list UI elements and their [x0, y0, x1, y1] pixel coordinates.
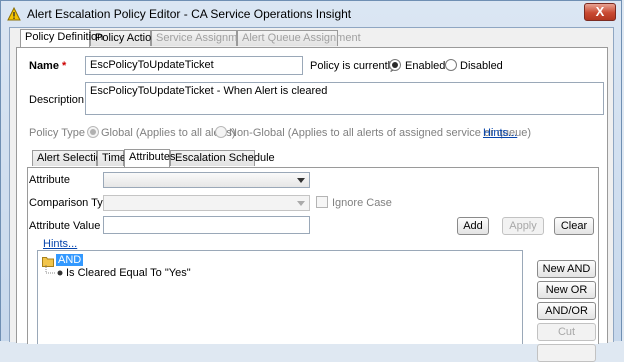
- add-button[interactable]: Add: [457, 217, 489, 235]
- enabled-radio[interactable]: [389, 59, 401, 71]
- attributes-hints-link[interactable]: Hints...: [43, 238, 77, 250]
- client-area: Policy Definition Policy Actions Service…: [9, 27, 614, 362]
- new-or-button[interactable]: New OR: [537, 281, 596, 299]
- ignore-case-label: Ignore Case: [332, 197, 392, 209]
- tab-label: Alert Queue Assignment: [242, 32, 361, 44]
- global-radio: [87, 126, 99, 138]
- policy-type-label: Policy Type: [29, 127, 86, 139]
- tab-alert-selection[interactable]: Alert Selection: [32, 150, 108, 166]
- new-and-button[interactable]: New AND: [537, 260, 596, 278]
- description-textarea[interactable]: EscPolicyToUpdateTicket - When Alert is …: [85, 82, 604, 115]
- chevron-down-icon: [297, 201, 305, 206]
- tab-label: Escalation Schedule: [175, 152, 275, 164]
- enabled-label: Enabled: [405, 60, 446, 72]
- window-title: Alert Escalation Policy Editor - CA Serv…: [27, 7, 352, 21]
- chevron-down-icon: [297, 178, 305, 183]
- and-or-button[interactable]: AND/OR: [537, 302, 596, 320]
- name-label: Name *: [29, 60, 67, 72]
- status-label: Policy is currently: [310, 60, 396, 72]
- title-bar: Alert Escalation Policy Editor - CA Serv…: [1, 1, 621, 27]
- apply-button: Apply: [502, 217, 544, 235]
- tab-escalation-schedule[interactable]: Escalation Schedule: [170, 150, 275, 166]
- close-icon: X: [595, 4, 605, 19]
- tab-service-assignment: Service Assignment: [151, 30, 253, 46]
- tab-label: Attributes: [129, 151, 176, 163]
- close-button[interactable]: X: [584, 3, 616, 21]
- nonglobal-radio: [215, 126, 227, 138]
- tab-alert-queue-assignment: Alert Queue Assignment: [237, 30, 361, 46]
- name-input[interactable]: EscPolicyToUpdateTicket: [85, 56, 303, 75]
- tab-policy-definition[interactable]: Policy Definition: [20, 29, 103, 47]
- tab-label: Time: [102, 152, 127, 164]
- condition-tree[interactable]: AND Is Cleared Equal To "Yes": [37, 250, 523, 344]
- clear-button[interactable]: Clear: [554, 217, 594, 235]
- cut-button: Cut: [537, 323, 596, 341]
- editor-window: Alert Escalation Policy Editor - CA Serv…: [0, 0, 622, 362]
- attribute-label: Attribute: [29, 174, 70, 186]
- ignore-case-checkbox: [316, 196, 328, 208]
- description-label: Description: [29, 94, 85, 106]
- disabled-radio[interactable]: [445, 59, 457, 71]
- tab-attributes[interactable]: Attributes: [124, 149, 175, 167]
- tree-node-condition[interactable]: Is Cleared Equal To "Yes": [66, 267, 191, 279]
- disabled-label: Disabled: [460, 60, 503, 72]
- policy-definition-panel: Name * EscPolicyToUpdateTicket Policy is…: [16, 47, 608, 362]
- attribute-value-input[interactable]: [103, 216, 310, 234]
- warning-bell-icon: [7, 7, 21, 21]
- tab-label: Policy Definition: [25, 31, 104, 43]
- copy-button-partial: [537, 344, 596, 362]
- policy-hints-link[interactable]: Hints...: [483, 127, 517, 139]
- tab-time[interactable]: Time: [97, 150, 127, 166]
- attribute-value-label: Attribute Value: [29, 220, 101, 232]
- comparison-select: [103, 195, 310, 211]
- attribute-select[interactable]: [103, 172, 310, 188]
